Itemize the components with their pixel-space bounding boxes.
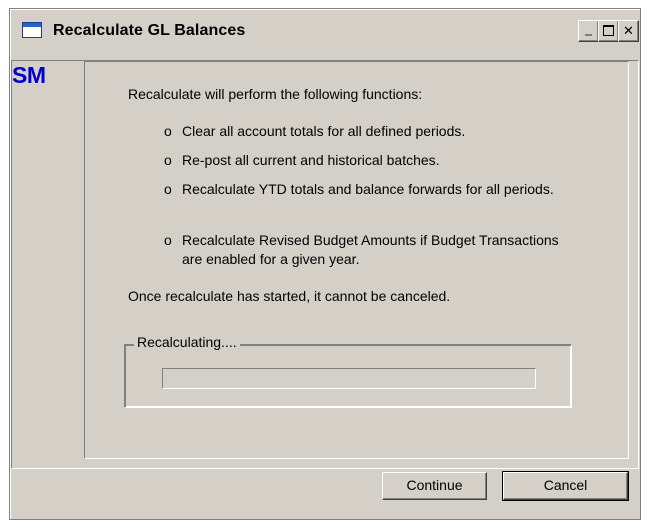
- progress-bar: [162, 368, 536, 389]
- intro-text: Recalculate will perform the following f…: [128, 86, 423, 102]
- function-item: o Clear all account totals for all defin…: [164, 122, 562, 141]
- warning-text: Once recalculate has started, it cannot …: [128, 288, 451, 304]
- function-text: Re-post all current and historical batch…: [182, 152, 440, 168]
- function-item: o Re-post all current and historical bat…: [164, 151, 562, 170]
- close-button[interactable]: ✕: [618, 20, 639, 42]
- cancel-button[interactable]: Cancel: [502, 471, 629, 501]
- minimize-button[interactable]: [578, 20, 599, 42]
- window-app-icon: [22, 22, 42, 38]
- bullet-marker: o: [164, 152, 172, 168]
- window-title: Recalculate GL Balances: [53, 22, 246, 39]
- bullet-marker: o: [164, 232, 172, 248]
- progress-group-label: Recalculating....: [134, 334, 240, 350]
- function-text: Recalculate Revised Budget Amounts if Bu…: [182, 232, 559, 267]
- function-item: o Recalculate Revised Budget Amounts if …: [164, 231, 562, 269]
- bullet-marker: o: [164, 181, 172, 197]
- title-bar[interactable]: Recalculate GL Balances ✕: [11, 10, 639, 52]
- close-icon: ✕: [623, 23, 634, 38]
- bullet-marker: o: [164, 123, 172, 139]
- function-text: Clear all account totals for all defined…: [182, 123, 466, 139]
- maximize-button[interactable]: [598, 20, 619, 42]
- function-item: o Recalculate YTD totals and balance for…: [164, 180, 562, 199]
- sm-logo: SM: [12, 62, 46, 88]
- minimize-icon: [585, 34, 592, 36]
- function-text: Recalculate YTD totals and balance forwa…: [182, 181, 554, 197]
- continue-button[interactable]: Continue: [382, 472, 487, 500]
- maximize-icon: [603, 25, 614, 36]
